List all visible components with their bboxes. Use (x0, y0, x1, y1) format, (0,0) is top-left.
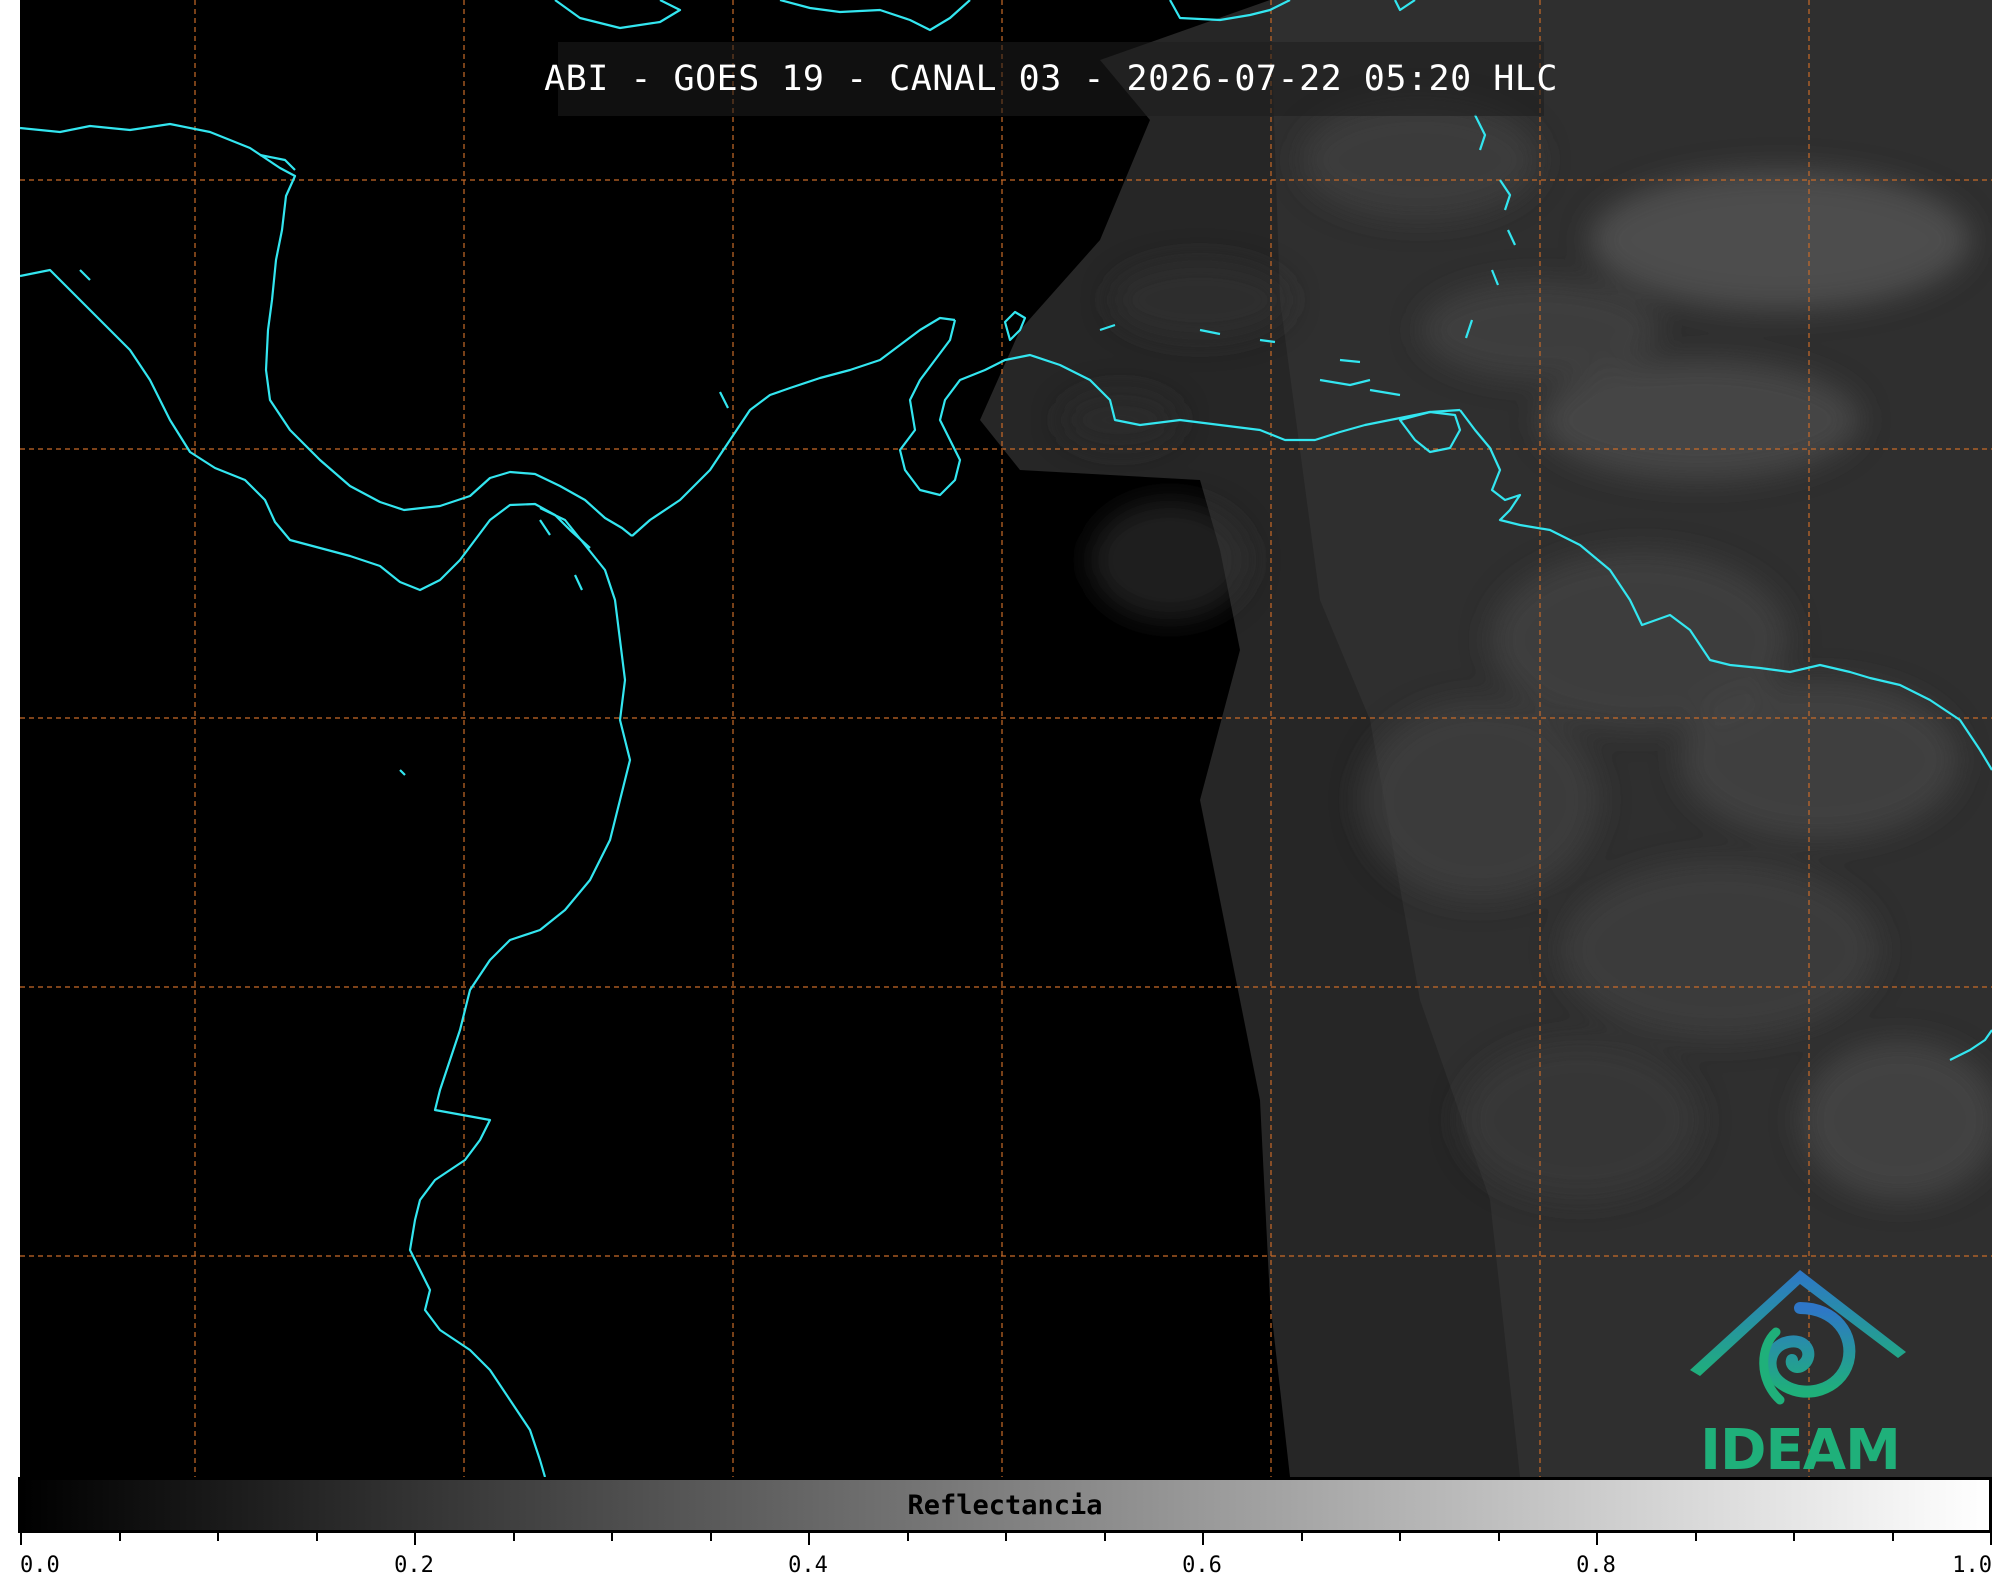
colorbar-tick-label: 0.2 (394, 1553, 434, 1578)
colorbar-tick-mark (1891, 1533, 1894, 1541)
colorbar-tick-mark (1497, 1533, 1500, 1541)
colorbar-tick-mark (611, 1533, 613, 1541)
colorbar-tick-mark (1694, 1533, 1697, 1541)
colorbar-tick-mark (20, 1533, 22, 1545)
coastline-panama-colombia (631, 316, 956, 537)
colorbar-tick-label: 0.0 (20, 1553, 60, 1578)
satellite-map: ABI - GOES 19 - CANAL 03 - 2026-07-22 05… (20, 0, 1992, 1477)
colorbar-tick-mark (217, 1533, 219, 1541)
title-banner: ABI - GOES 19 - CANAL 03 - 2026-07-22 05… (544, 42, 1557, 116)
ideam-logo-mark (1690, 1270, 1906, 1405)
colorbar-label: Reflectancia (907, 1489, 1103, 1521)
colorbar-tick-label: 0.4 (788, 1553, 828, 1578)
colorbar-tick-mark (1300, 1533, 1303, 1541)
colorbar-tick-mark (315, 1533, 318, 1541)
colorbar: Reflectancia (18, 1477, 1992, 1533)
ideam-logo: IDEAM (1680, 1250, 1920, 1477)
colorbar-tick-mark (1990, 1533, 1992, 1545)
coastline-colombia-pacific (408, 507, 632, 1477)
colorbar-tick-label: 1.0 (1952, 1553, 1992, 1578)
colorbar-tick-mark (1202, 1533, 1204, 1545)
colorbar-tick-label: 0.6 (1182, 1553, 1222, 1578)
ideam-logo-text: IDEAM (1700, 1418, 1901, 1477)
colorbar-tick-label: 0.8 (1576, 1553, 1616, 1578)
colorbar-tick-mark (118, 1533, 121, 1541)
colorbar-ticks: 0.0 0.2 0.4 0.6 0.8 1.0 (20, 1533, 1992, 1578)
colorbar-tick-mark (808, 1533, 810, 1545)
map-title: ABI - GOES 19 - CANAL 03 - 2026-07-22 05… (544, 59, 1558, 99)
colorbar-tick-mark (1005, 1533, 1007, 1541)
coastline-central-america-north (20, 122, 633, 537)
colorbar-tick-mark (709, 1533, 712, 1541)
coastline-central-america-south (20, 268, 591, 592)
colorbar-tick-mark (1596, 1533, 1598, 1545)
colorbar-tick-mark (512, 1533, 515, 1541)
colorbar-tick-mark (1103, 1533, 1106, 1541)
colorbar-tick-mark (906, 1533, 909, 1541)
colorbar-tick-mark (414, 1533, 416, 1545)
colorbar-tick-mark (1399, 1533, 1401, 1541)
colorbar-tick-mark (1793, 1533, 1795, 1541)
